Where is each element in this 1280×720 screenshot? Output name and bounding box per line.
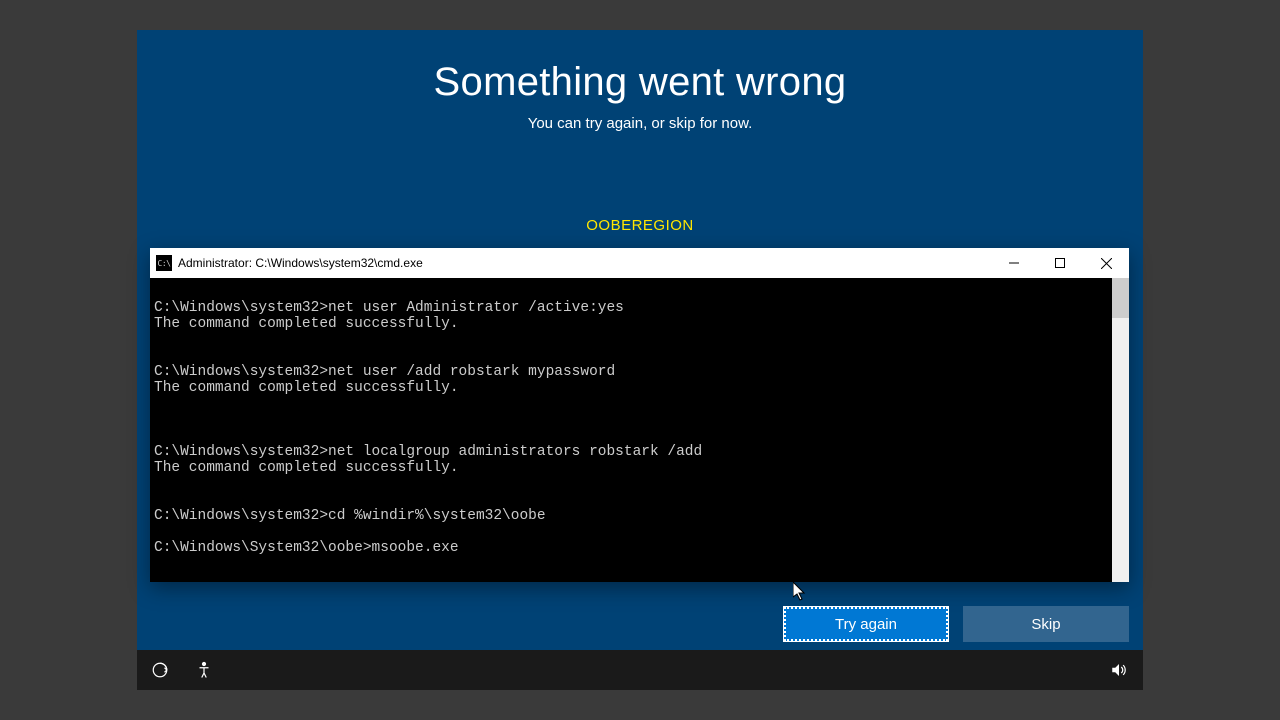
skip-button[interactable]: Skip bbox=[963, 606, 1129, 642]
page-title: Something went wrong bbox=[137, 60, 1143, 105]
cmd-scroll-thumb[interactable] bbox=[1112, 278, 1129, 318]
cmd-scrollbar[interactable] bbox=[1112, 278, 1129, 582]
try-again-button[interactable]: Try again bbox=[783, 606, 949, 642]
volume-icon[interactable] bbox=[1109, 661, 1129, 679]
cmd-titlebar[interactable]: C:\ Administrator: C:\Windows\system32\c… bbox=[150, 248, 1129, 278]
ease-of-access-icon[interactable] bbox=[151, 661, 169, 679]
cmd-app-icon: C:\ bbox=[156, 255, 172, 271]
mouse-cursor bbox=[793, 582, 807, 602]
oobe-taskbar bbox=[137, 650, 1143, 690]
minimize-button[interactable] bbox=[991, 248, 1037, 278]
accessibility-icon[interactable] bbox=[195, 661, 213, 679]
cmd-window-title: Administrator: C:\Windows\system32\cmd.e… bbox=[178, 256, 991, 270]
page-subtitle: You can try again, or skip for now. bbox=[137, 115, 1143, 132]
cmd-window[interactable]: C:\ Administrator: C:\Windows\system32\c… bbox=[150, 248, 1129, 582]
cmd-output[interactable]: C:\Windows\system32>net user Administrat… bbox=[150, 278, 1112, 582]
oobe-error-screen: Something went wrong You can try again, … bbox=[137, 30, 1143, 690]
close-button[interactable] bbox=[1083, 248, 1129, 278]
oobe-region-label: OOBEREGION bbox=[137, 217, 1143, 234]
maximize-button[interactable] bbox=[1037, 248, 1083, 278]
